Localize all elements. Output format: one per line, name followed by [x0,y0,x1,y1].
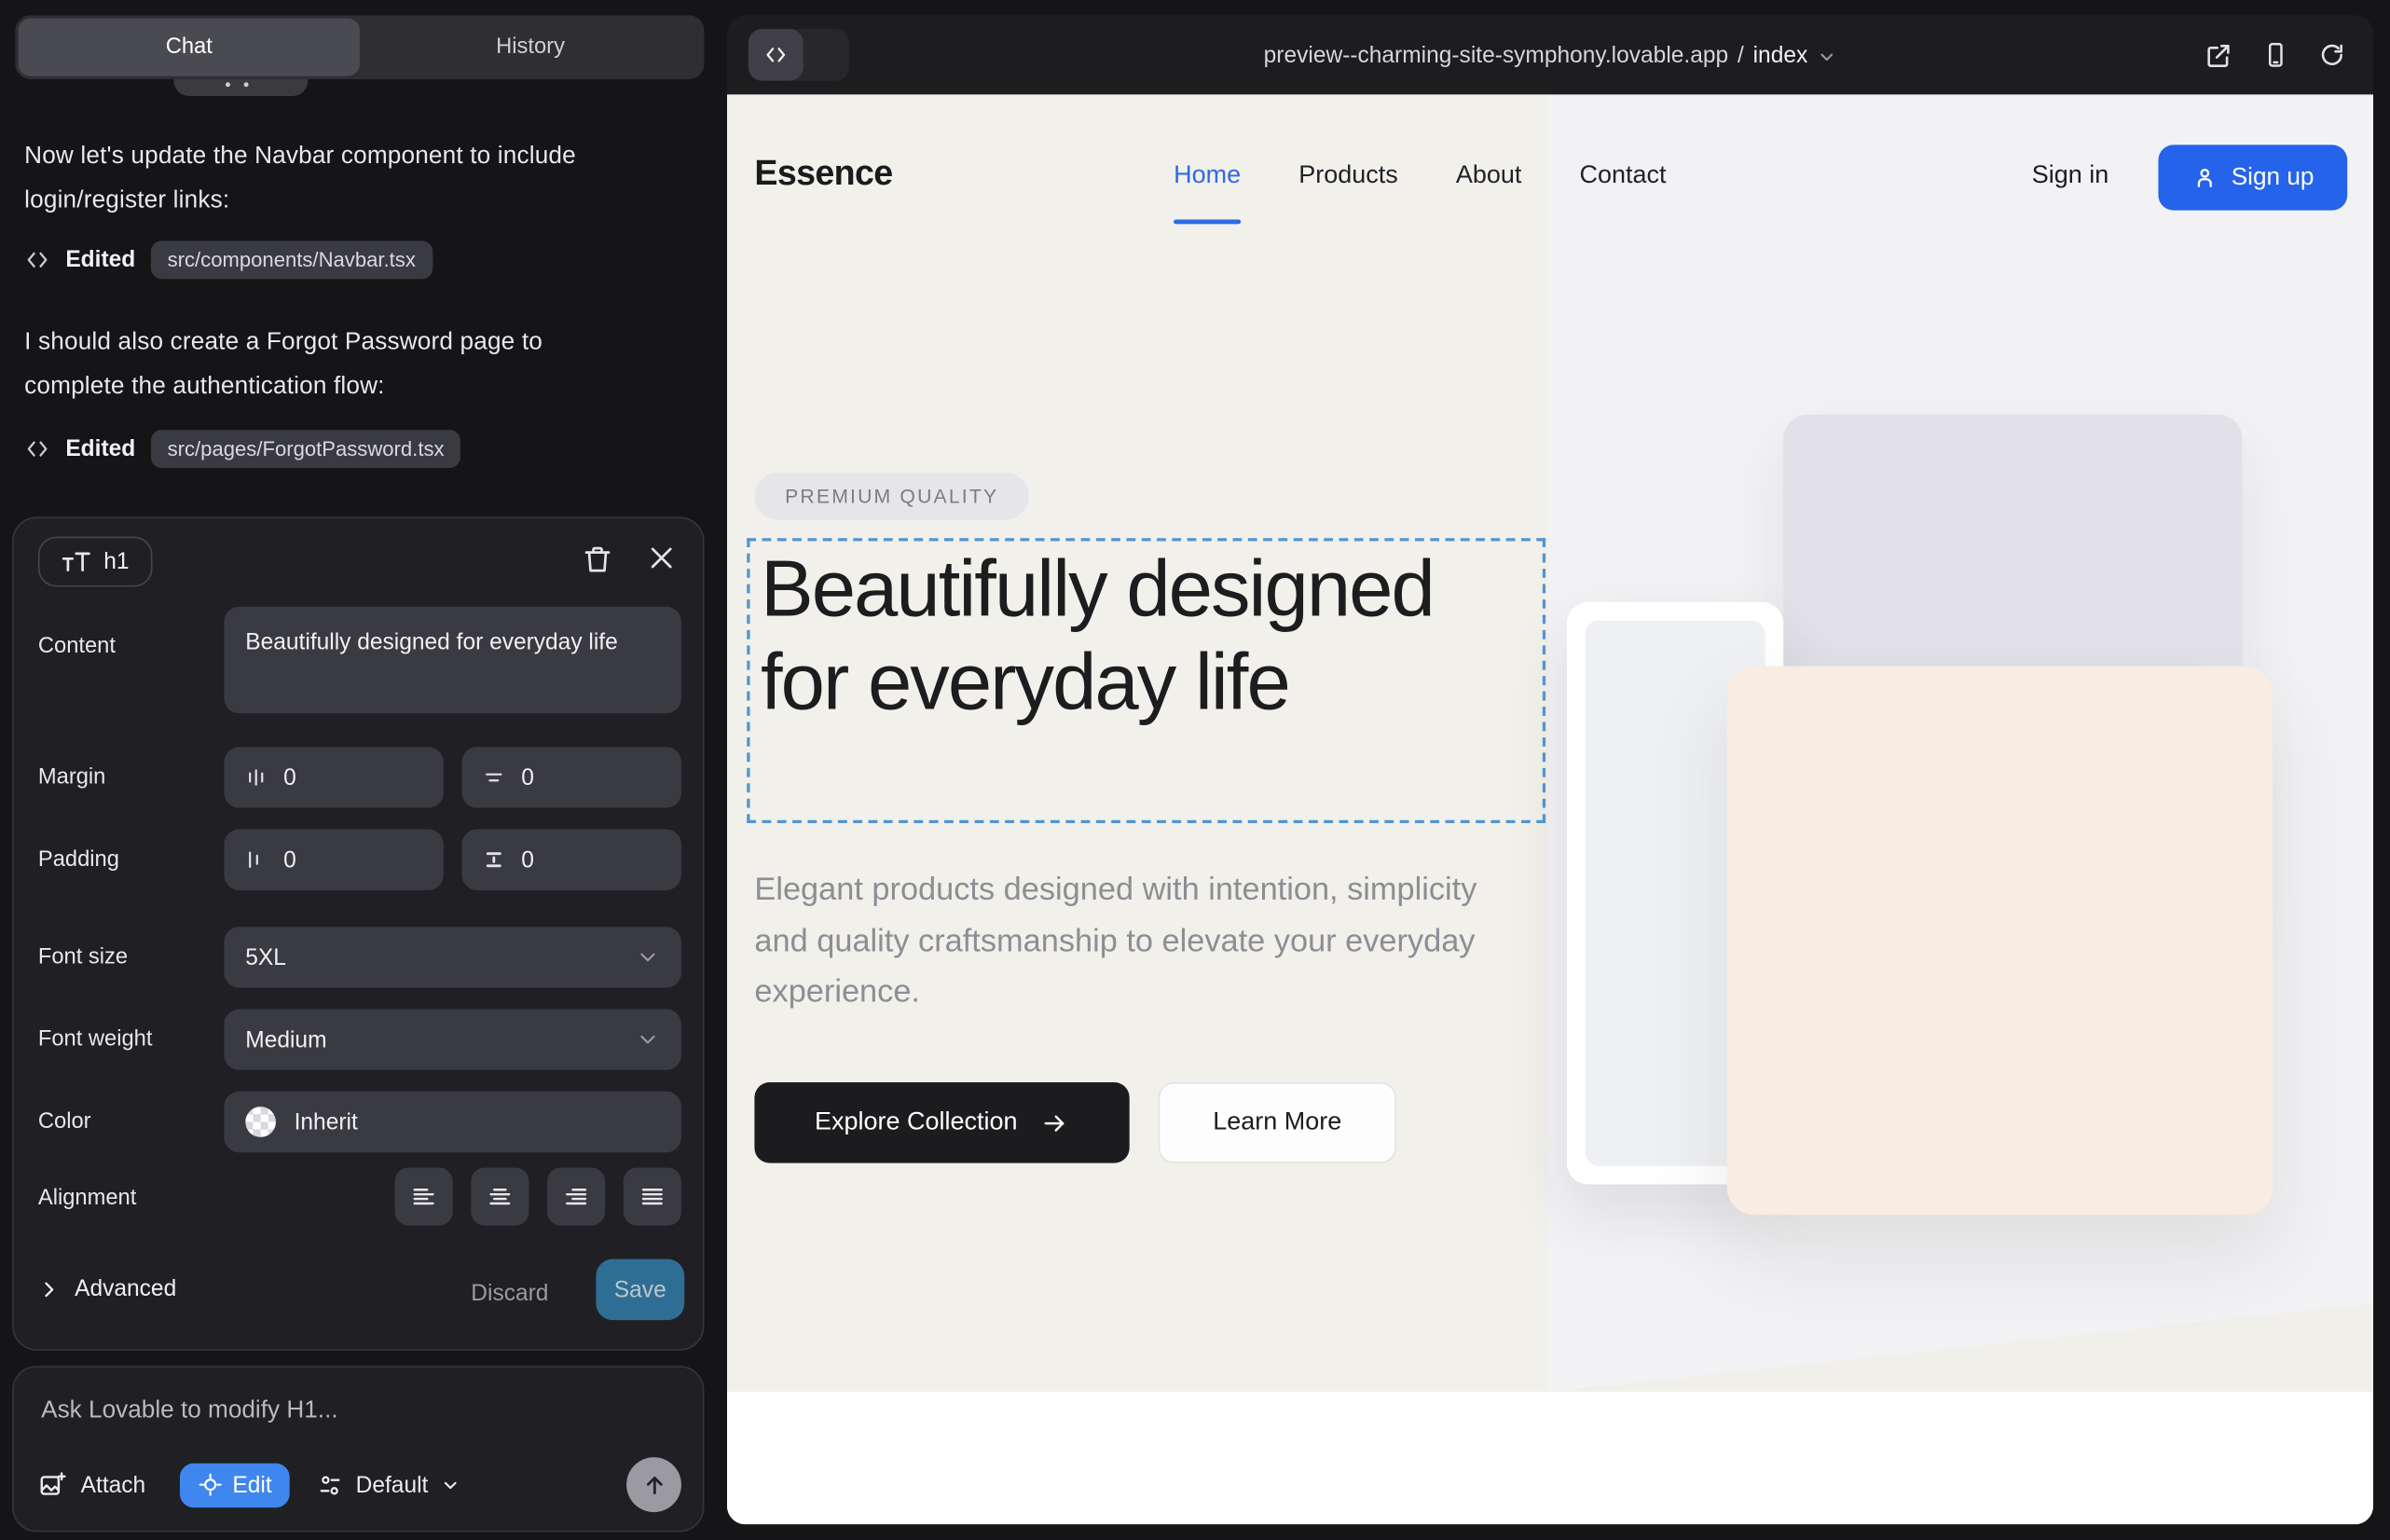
padding-vertical-input[interactable]: 0 [461,830,680,890]
sign-up-button[interactable]: Sign up [2158,144,2347,210]
align-right-icon [562,1183,589,1210]
edited-file-row: Edited src/pages/ForgotPassword.tsx [24,430,460,468]
alignment-label: Alignment [38,1186,136,1210]
chevron-down-icon [1817,47,1836,66]
sign-in-link[interactable]: Sign in [2032,161,2109,190]
learn-more-button[interactable]: Learn More [1159,1082,1396,1163]
path-separator: / [1738,42,1744,68]
image-plus-icon [38,1470,67,1499]
element-inspector-panel: h1 Content Beautifully designed for ever… [12,516,704,1350]
align-right-button[interactable] [547,1168,605,1226]
margin-vertical-input[interactable]: 0 [461,747,680,807]
align-center-button[interactable] [471,1168,529,1226]
hero-heading: Beautifully designed for everyday life [761,544,1523,730]
site-logo[interactable]: Essence [754,153,892,194]
align-left-button[interactable] [395,1168,453,1226]
scrolled-chip-fragment [173,79,308,96]
margin-label: Margin [38,765,105,790]
content-input[interactable]: Beautifully designed for everyday life [224,607,681,713]
edit-action-label: Edited [65,247,135,273]
hero-paragraph: Elegant products designed with intention… [754,864,1504,1017]
advanced-toggle[interactable]: Advanced [38,1276,176,1302]
color-select[interactable]: Inherit [224,1092,681,1152]
hero-diagonal-wedge [1548,1296,2373,1392]
target-icon [198,1473,222,1497]
below-hero-section [727,1392,2373,1524]
align-center-icon [487,1183,514,1210]
discard-button[interactable]: Discard [471,1281,548,1307]
save-button[interactable]: Save [596,1259,684,1320]
preview-url: preview--charming-site-symphony.lovable.… [1264,42,1729,68]
edit-mode-button[interactable]: Edit [179,1463,290,1506]
font-size-select[interactable]: 5XL [224,927,681,987]
margin-vertical-icon [482,765,506,790]
font-weight-select[interactable]: Medium [224,1010,681,1070]
model-default-select[interactable]: Default [318,1472,460,1498]
delete-element-button[interactable] [581,543,614,576]
send-button[interactable] [626,1457,681,1512]
site-navbar: Essence Home Products About Contact Sign… [727,94,2373,262]
padding-horizontal-input[interactable]: 0 [224,830,443,890]
font-size-label: Font size [38,945,128,969]
code-icon [24,247,50,273]
chevron-down-icon [636,945,660,969]
align-justify-icon [639,1183,666,1210]
edited-file-chip[interactable]: src/components/Navbar.tsx [151,241,433,279]
selected-element-badge[interactable]: h1 [38,537,152,587]
padding-label: Padding [38,847,119,872]
arrow-up-icon [641,1472,667,1498]
site-canvas: Essence Home Products About Contact Sign… [727,94,2373,1524]
chevron-right-icon [38,1278,60,1299]
nav-link-home[interactable]: Home [1174,161,1241,190]
open-in-new-tab-icon[interactable] [2204,40,2232,69]
chat-history-tabs: Chat History [15,15,704,79]
decor-card-cream [1727,667,2273,1216]
nav-link-products[interactable]: Products [1298,161,1397,190]
preview-window: preview--charming-site-symphony.lovable.… [727,15,2373,1524]
font-weight-label: Font weight [38,1027,153,1052]
lovable-app: Chat History Now let's update the Navbar… [0,0,2390,1540]
preview-topbar: preview--charming-site-symphony.lovable.… [727,15,2373,94]
padding-horizontal-icon [244,847,268,872]
code-icon [24,436,50,462]
align-left-icon [410,1183,437,1210]
edit-action-label: Edited [65,436,135,462]
composer-input[interactable]: Ask Lovable to modify H1... [41,1397,337,1424]
chat-composer: Ask Lovable to modify H1... Attach Edit … [12,1366,704,1532]
chat-message: I should also create a Forgot Password p… [24,320,634,408]
margin-horizontal-icon [244,765,268,790]
align-justify-button[interactable] [624,1168,681,1226]
typography-icon [61,549,91,573]
element-tag-label: h1 [103,549,129,575]
tab-history[interactable]: History [360,19,701,76]
content-label: Content [38,634,116,658]
chevron-down-icon [636,1027,660,1052]
close-panel-button[interactable] [646,543,680,576]
color-swatch [245,1107,276,1137]
padding-vertical-icon [482,847,506,872]
color-label: Color [38,1109,91,1134]
refresh-icon[interactable] [2318,41,2345,68]
edited-file-chip[interactable]: src/pages/ForgotPassword.tsx [151,430,461,468]
preview-page: index [1753,42,1808,68]
mobile-view-icon[interactable] [2262,41,2289,68]
margin-horizontal-input[interactable]: 0 [224,747,443,807]
attach-button[interactable]: Attach [38,1470,145,1499]
h1-selection-outline[interactable]: Beautifully designed for everyday life [747,538,1545,823]
explore-collection-button[interactable]: Explore Collection [754,1082,1129,1163]
user-icon [2191,165,2218,191]
arrow-right-icon [1042,1109,1069,1136]
sliders-icon [318,1472,344,1498]
nav-link-contact[interactable]: Contact [1580,161,1667,190]
edited-file-row: Edited src/components/Navbar.tsx [24,241,433,279]
chat-message: Now let's update the Navbar component to… [24,134,634,223]
nav-link-about[interactable]: About [1456,161,1522,190]
url-breadcrumb[interactable]: preview--charming-site-symphony.lovable.… [727,15,2373,94]
tab-chat[interactable]: Chat [19,19,360,76]
premium-quality-badge: PREMIUM QUALITY [754,473,1029,520]
chevron-down-icon [440,1475,460,1494]
